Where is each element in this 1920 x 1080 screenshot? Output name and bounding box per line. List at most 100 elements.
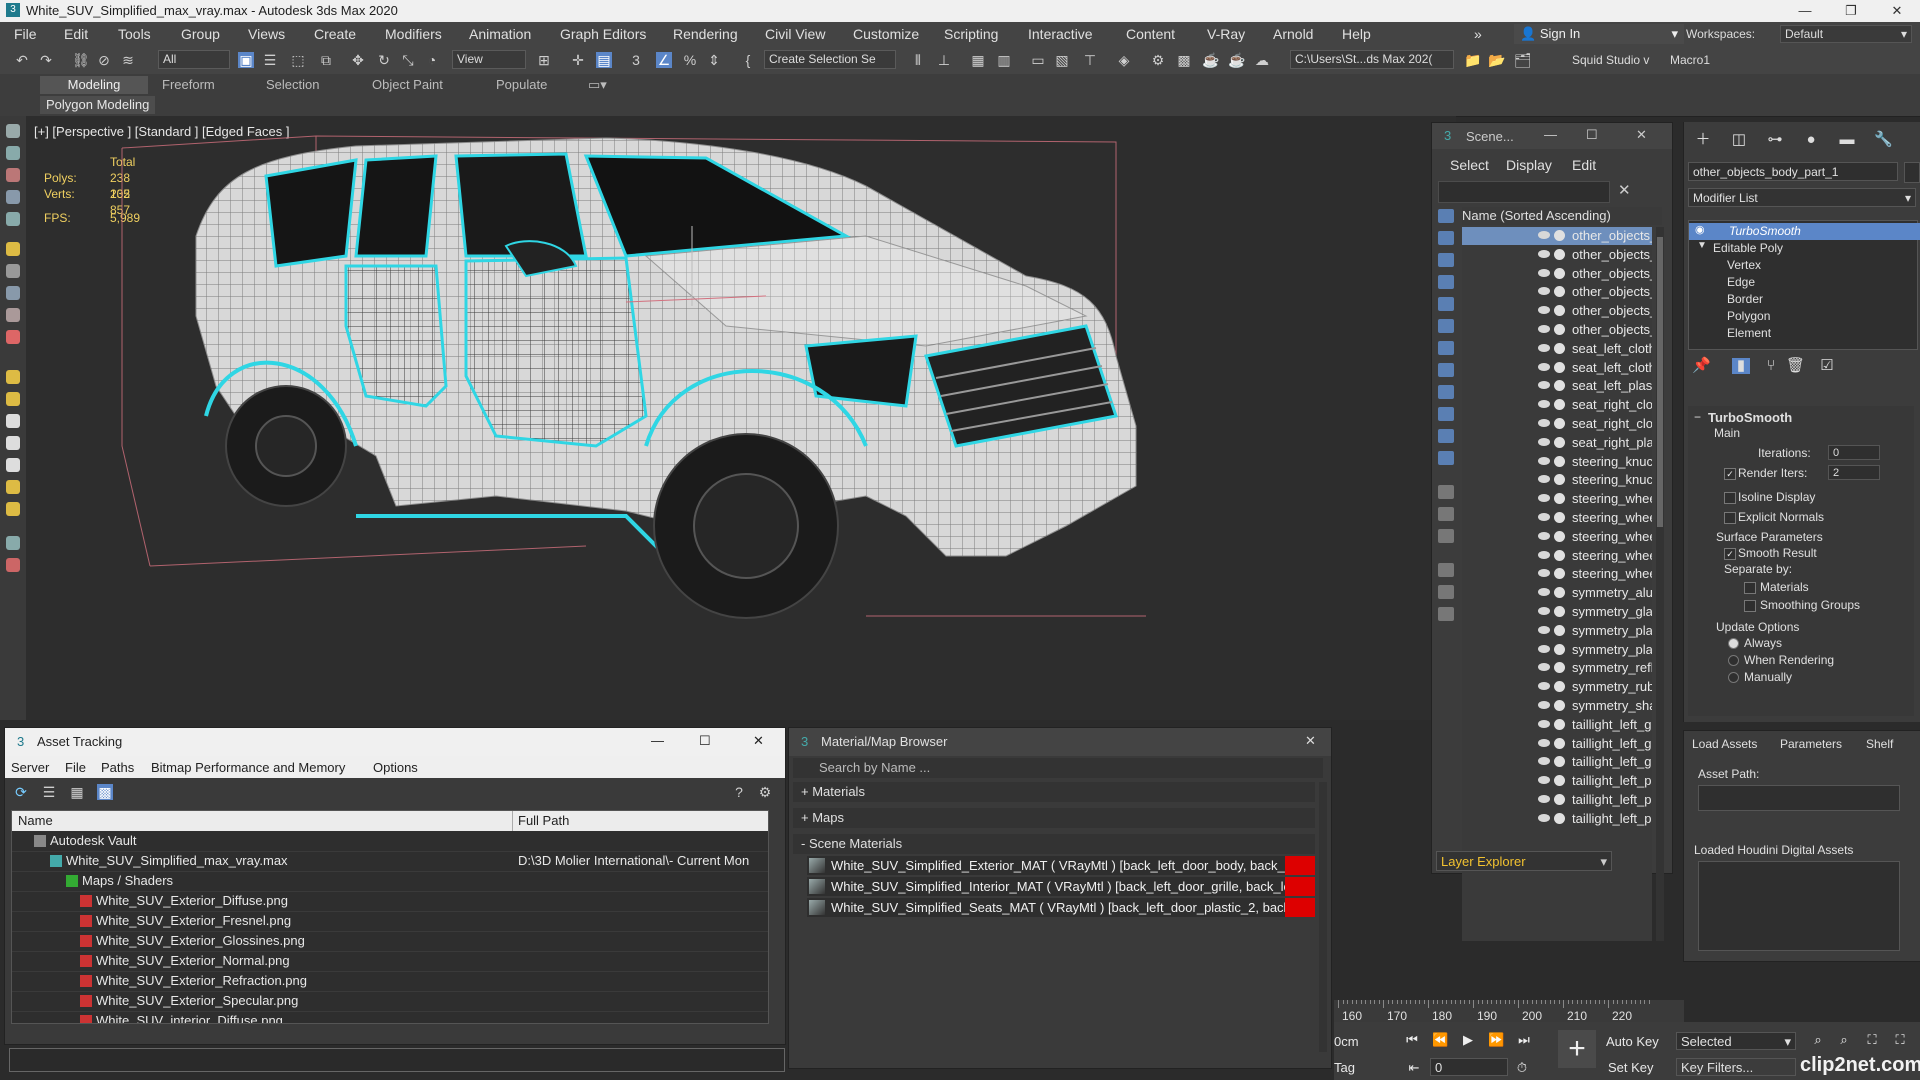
- go-to-end-icon[interactable]: ⏭: [1516, 1032, 1532, 1048]
- scene-object-row[interactable]: symmetry_shadow: [1462, 697, 1652, 715]
- material-editor-icon[interactable]: ◈: [1116, 52, 1132, 68]
- go-to-start-icon[interactable]: ⏮: [1404, 1032, 1420, 1048]
- motion-icon[interactable]: [6, 190, 20, 204]
- grid-view-icon[interactable]: ▩: [97, 784, 113, 800]
- visibility-eye-icon[interactable]: [1538, 719, 1550, 728]
- scene-material-row[interactable]: White_SUV_Simplified_Interior_MAT ( VRay…: [807, 877, 1315, 896]
- rect-selection-icon[interactable]: ⬚: [290, 52, 306, 68]
- find-icon[interactable]: [1438, 563, 1454, 577]
- visibility-eye-icon[interactable]: [1538, 249, 1550, 258]
- snaps-toggle-icon[interactable]: 3: [628, 52, 644, 68]
- loaded-assets-list[interactable]: [1698, 861, 1900, 951]
- freeze-toggle-icon[interactable]: [1554, 756, 1565, 768]
- col-name[interactable]: Name: [18, 811, 53, 831]
- placement-icon[interactable]: ◔: [424, 52, 440, 68]
- freeze-toggle-icon[interactable]: [1554, 455, 1565, 467]
- percent-snap-icon[interactable]: %: [682, 52, 698, 68]
- scene-object-row[interactable]: taillight_left_plastic: [1462, 772, 1652, 790]
- asset-path-field[interactable]: [1698, 785, 1900, 811]
- squid-studio-button[interactable]: Squid Studio v: [1572, 53, 1649, 67]
- tab-populate[interactable]: Populate: [488, 76, 555, 94]
- filter-hidden-icon[interactable]: [1438, 451, 1454, 465]
- smooth-result-checkbox[interactable]: ✓: [1724, 548, 1736, 560]
- freeze-toggle-icon[interactable]: [1554, 512, 1565, 523]
- update-when-rendering-radio[interactable]: [1728, 655, 1739, 666]
- stack-edge[interactable]: Edge: [1689, 274, 1920, 291]
- rendered-frame-icon[interactable]: ▩: [1176, 52, 1192, 68]
- menu-file[interactable]: File: [14, 26, 37, 42]
- scene-list-scrollbar[interactable]: [1656, 227, 1664, 941]
- unlink-icon[interactable]: ⊘: [96, 52, 112, 68]
- hierarchy-icon[interactable]: [6, 168, 20, 182]
- zoom-extents-all-icon[interactable]: ⛶: [1892, 1032, 1908, 1048]
- asset-row[interactable]: White_SUV_Simplified_max_vray.max D:\3D M…: [12, 851, 768, 872]
- named-selection-set-dropdown[interactable]: Create Selection Se: [764, 50, 896, 69]
- update-manually-radio[interactable]: [1728, 672, 1739, 683]
- freeze-toggle-icon[interactable]: [1554, 643, 1565, 655]
- filter-none-icon[interactable]: [1438, 507, 1454, 521]
- pen-icon[interactable]: [6, 558, 20, 572]
- scene-menu-edit[interactable]: Edit: [1572, 157, 1596, 173]
- visibility-eye-icon[interactable]: [1538, 475, 1550, 484]
- freeze-toggle-icon[interactable]: [1554, 267, 1565, 279]
- filter-xrefs-icon[interactable]: [1438, 363, 1454, 377]
- next-frame-icon[interactable]: ⏩: [1488, 1032, 1504, 1048]
- workspace-dropdown[interactable]: Default ▾: [1780, 25, 1912, 43]
- key-mode-icon[interactable]: ⇤: [1406, 1060, 1422, 1076]
- freeze-toggle-icon[interactable]: [1554, 380, 1565, 392]
- scene-object-row[interactable]: seat_right_cloth_1: [1462, 396, 1652, 414]
- utilities-tab-icon[interactable]: 🔧: [1874, 132, 1893, 148]
- scene-object-row[interactable]: seat_left_cloth_1: [1462, 340, 1652, 358]
- render-iters-checkbox[interactable]: ✓: [1724, 468, 1736, 480]
- scene-object-row[interactable]: symmetry_glass: [1462, 603, 1652, 621]
- tab-parameters[interactable]: Parameters: [1780, 737, 1842, 751]
- freeze-toggle-icon[interactable]: [1554, 662, 1565, 674]
- render-setup-icon[interactable]: ⚙: [1150, 52, 1166, 68]
- visibility-eye-icon[interactable]: [1538, 531, 1550, 540]
- close-icon[interactable]: ✕: [753, 733, 764, 749]
- freeze-toggle-icon[interactable]: [1554, 530, 1565, 542]
- menu-customize[interactable]: Customize: [853, 26, 919, 42]
- systems-icon[interactable]: [6, 330, 20, 344]
- select-manipulate-icon[interactable]: ✛: [570, 52, 586, 68]
- stack-vertex[interactable]: Vertex: [1689, 257, 1920, 274]
- separate-materials-checkbox[interactable]: [1744, 582, 1756, 594]
- tab-selection[interactable]: Selection: [258, 76, 327, 94]
- stack-turbosmooth[interactable]: TurboSmooth: [1689, 223, 1920, 240]
- sign-in-dropdown[interactable]: 👤 Sign In ▾: [1514, 24, 1684, 44]
- scene-object-row[interactable]: taillight_left_plastic: [1462, 810, 1652, 828]
- scene-object-row[interactable]: steering_wheel_plas: [1462, 509, 1652, 527]
- visibility-eye-icon[interactable]: [1538, 343, 1550, 352]
- add-time-tag-label[interactable]: Tag: [1334, 1060, 1355, 1075]
- camera-icon[interactable]: [6, 264, 20, 278]
- motion-tab-icon[interactable]: ●: [1802, 132, 1820, 148]
- scene-material-row[interactable]: White_SUV_Simplified_Exterior_MAT ( VRay…: [807, 856, 1315, 875]
- freeze-toggle-icon[interactable]: [1554, 493, 1565, 505]
- visibility-eye-icon[interactable]: [1538, 795, 1550, 803]
- rollout-title[interactable]: TurboSmooth: [1708, 410, 1792, 425]
- menu-content[interactable]: Content: [1126, 26, 1175, 42]
- maximize-icon[interactable]: ☐: [1586, 127, 1598, 143]
- scale-icon[interactable]: ⤡: [400, 52, 416, 68]
- visibility-eye-icon[interactable]: [1538, 607, 1550, 615]
- rotate-icon[interactable]: ↻: [376, 52, 392, 68]
- freeze-toggle-icon[interactable]: [1554, 286, 1565, 298]
- collapse-icon[interactable]: −: [1694, 410, 1701, 424]
- filter-shapes-icon[interactable]: [1438, 231, 1454, 245]
- freeze-toggle-icon[interactable]: [1554, 587, 1565, 599]
- asset-menu-options[interactable]: Options: [373, 760, 418, 775]
- visibility-eye-icon[interactable]: [1538, 550, 1550, 559]
- scene-object-row[interactable]: taillight_left_plastic: [1462, 791, 1652, 809]
- menu-graph-editors[interactable]: Graph Editors: [560, 26, 646, 42]
- time-config-icon[interactable]: ⏱: [1514, 1060, 1530, 1076]
- material-browser-scrollbar[interactable]: [1319, 782, 1327, 1052]
- isoline-display-checkbox[interactable]: [1724, 492, 1736, 504]
- menu-arnold[interactable]: Arnold: [1273, 26, 1313, 42]
- scene-object-row[interactable]: symmetry_plastic_2: [1462, 641, 1652, 659]
- table-view-icon[interactable]: ▦: [69, 784, 85, 800]
- freeze-toggle-icon[interactable]: [1554, 305, 1565, 317]
- object-color-swatch[interactable]: [1904, 162, 1920, 183]
- freeze-toggle-icon[interactable]: [1554, 737, 1565, 749]
- project-folder-icon[interactable]: 📁: [1464, 52, 1481, 68]
- bind-space-warp-icon[interactable]: ≋: [120, 52, 136, 68]
